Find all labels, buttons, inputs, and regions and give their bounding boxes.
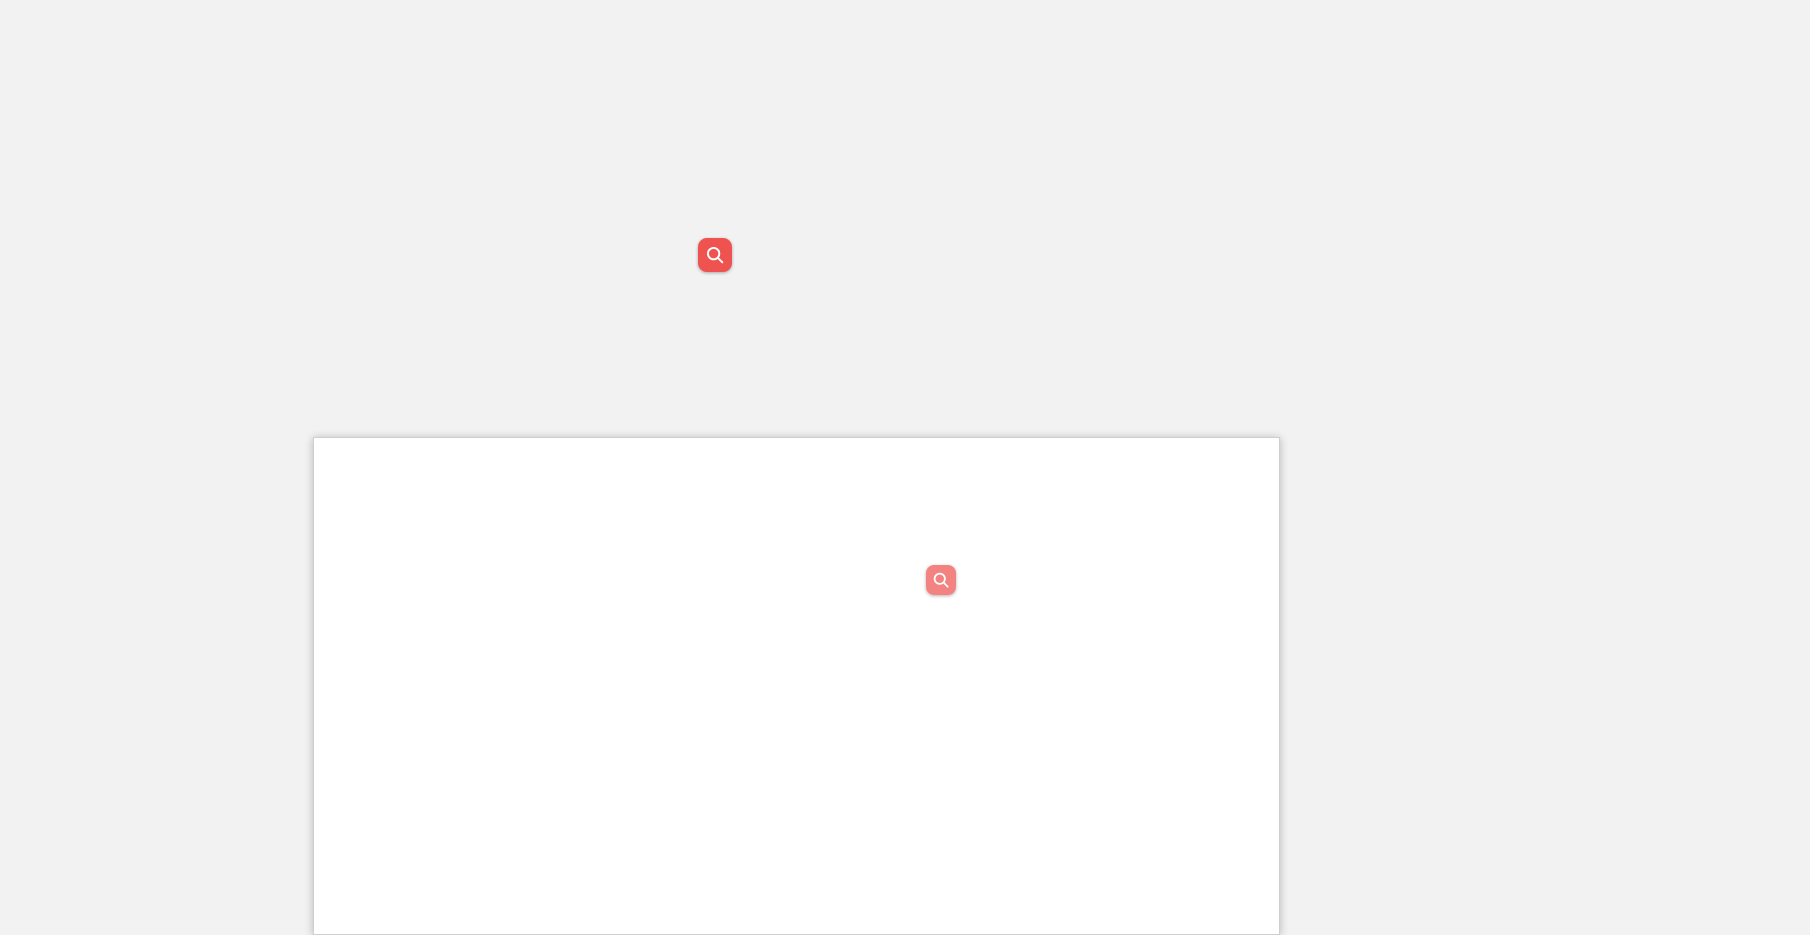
results-summary bbox=[314, 438, 1279, 462]
search-results-panel bbox=[313, 437, 1280, 935]
search-cursor-icon bbox=[698, 238, 732, 272]
search-cursor-ghost-icon bbox=[926, 565, 956, 595]
